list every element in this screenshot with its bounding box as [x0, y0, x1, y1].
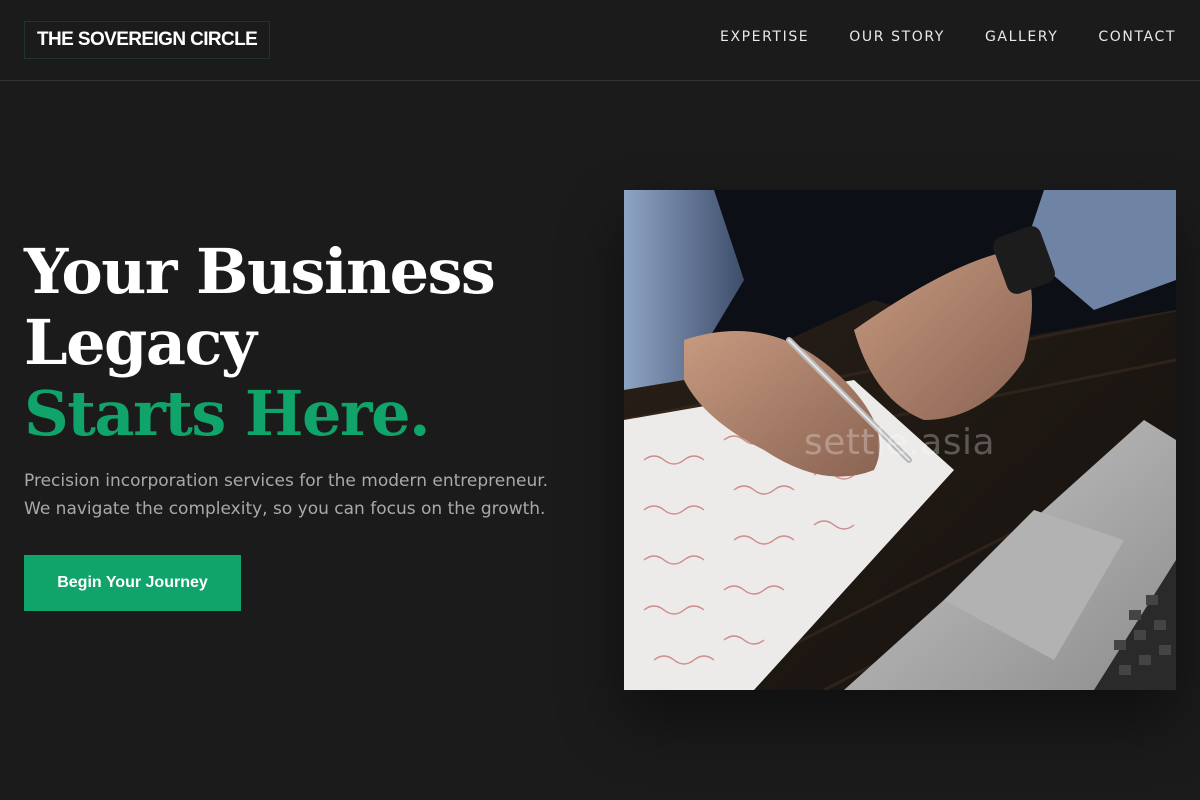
site-header: THE SOVEREIGN CIRCLE EXPERTISE OUR STORY… — [0, 0, 1200, 81]
hero-content: Your Business Legacy Starts Here. Precis… — [24, 236, 564, 611]
hero-headline: Your Business Legacy Starts Here. — [24, 236, 564, 449]
nav-link-gallery[interactable]: GALLERY — [985, 29, 1058, 45]
nav-link-our-story[interactable]: OUR STORY — [849, 29, 945, 45]
headline-line-1: Your Business — [24, 235, 496, 308]
hero-subtext: Precision incorporation services for the… — [24, 471, 549, 519]
main-nav: EXPERTISE OUR STORY GALLERY CONTACT — [720, 29, 1176, 45]
begin-journey-button[interactable]: Begin Your Journey — [24, 555, 241, 611]
nav-link-expertise[interactable]: EXPERTISE — [720, 29, 809, 45]
headline-accent: Starts Here. — [24, 377, 431, 450]
site-logo[interactable]: THE SOVEREIGN CIRCLE — [24, 21, 271, 59]
headline-line-2: Legacy — [24, 306, 257, 379]
hero-image: settle.asia — [624, 190, 1176, 690]
nav-link-contact[interactable]: CONTACT — [1098, 29, 1176, 45]
image-watermark: settle.asia — [804, 422, 996, 463]
page: THE SOVEREIGN CIRCLE EXPERTISE OUR STORY… — [0, 0, 1200, 800]
